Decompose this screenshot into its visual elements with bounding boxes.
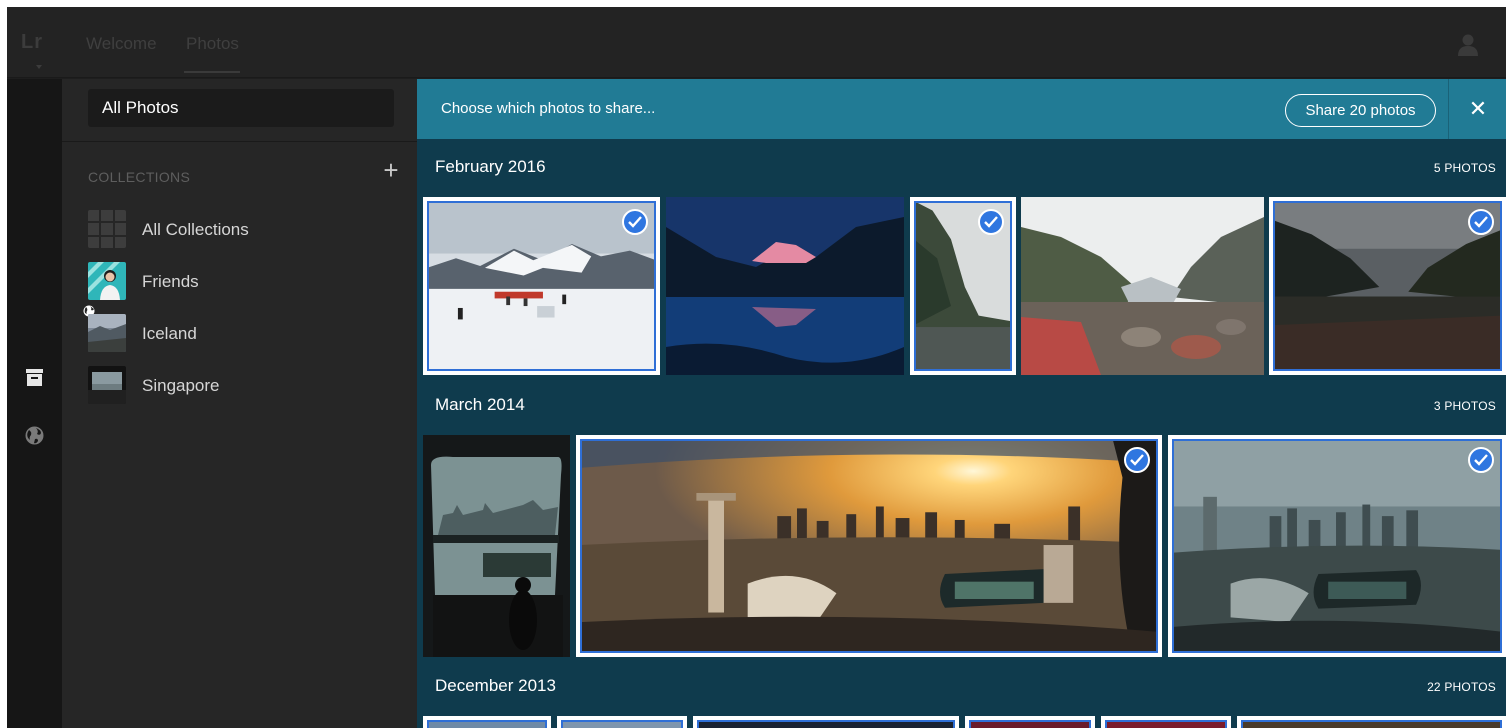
collection-item-friends[interactable]: Friends [88, 262, 388, 302]
close-icon[interactable]: ✕ [1460, 95, 1496, 123]
user-icon[interactable] [1455, 31, 1481, 57]
grid-icon [88, 210, 126, 248]
collection-item-iceland[interactable]: Iceland [88, 314, 388, 354]
collection-thumbnail [88, 262, 126, 300]
lightroom-window: Lr Welcome Photos All Photos COLLECTIONS… [7, 7, 1506, 728]
section-title: March 2014 [435, 395, 525, 414]
photo-tile[interactable] [910, 197, 1016, 375]
photo-grid-area: Choose which photos to share... Share 20… [417, 79, 1506, 728]
logo-menu-caret-icon[interactable] [36, 65, 42, 69]
selected-check-icon[interactable] [1468, 209, 1494, 235]
share-bar: Choose which photos to share... Share 20… [417, 79, 1506, 139]
sidebar-divider [62, 141, 417, 142]
all-photos-item[interactable]: All Photos [88, 89, 394, 127]
collection-label: Iceland [142, 324, 197, 343]
tab-photos[interactable]: Photos [186, 34, 239, 54]
photo-tile[interactable] [965, 716, 1095, 728]
collection-thumbnail [88, 314, 126, 352]
top-bar: Lr Welcome Photos [7, 7, 1506, 78]
collection-thumbnail [88, 366, 126, 404]
photo-tile[interactable] [423, 435, 570, 657]
photo-tile[interactable] [1168, 435, 1506, 657]
lightroom-logo[interactable]: Lr [21, 31, 43, 54]
collection-label: Singapore [142, 376, 220, 395]
section-count: 5 PHOTOS [1433, 161, 1496, 175]
photo-tile[interactable] [423, 716, 551, 728]
share-bar-divider [1448, 79, 1449, 139]
collection-item-singapore[interactable]: Singapore [88, 366, 388, 406]
photo-tile[interactable] [1269, 197, 1506, 375]
left-rail [7, 79, 62, 728]
section-title: February 2016 [435, 157, 546, 176]
share-photos-button[interactable]: Share 20 photos [1285, 94, 1436, 127]
sidebar: All Photos COLLECTIONS + All Collections… [62, 79, 417, 728]
photo-tile[interactable] [557, 716, 687, 728]
photo-tile[interactable] [576, 435, 1162, 657]
photo-tile[interactable] [693, 716, 959, 728]
collection-item-all-collections[interactable]: All Collections [88, 210, 388, 250]
photo-tile[interactable] [666, 197, 904, 375]
selected-check-icon[interactable] [978, 209, 1004, 235]
collection-label: All Collections [142, 220, 249, 239]
share-prompt: Choose which photos to share... [441, 100, 656, 117]
active-tab-indicator [184, 71, 240, 73]
archive-icon[interactable] [26, 369, 43, 386]
collection-label: Friends [142, 272, 199, 291]
selected-check-icon[interactable] [1468, 447, 1494, 473]
photo-tile[interactable] [1237, 716, 1506, 728]
selected-check-icon[interactable] [622, 209, 648, 235]
globe-icon[interactable] [25, 426, 44, 445]
photo-tile[interactable] [1101, 716, 1231, 728]
section-title: December 2013 [435, 676, 556, 695]
section-count: 22 PHOTOS [1427, 680, 1496, 694]
selected-check-icon[interactable] [1124, 447, 1150, 473]
plus-icon[interactable]: + [380, 157, 402, 183]
photo-tile[interactable] [423, 197, 660, 375]
collections-header: COLLECTIONS [88, 169, 191, 185]
photo-tile[interactable] [1021, 197, 1264, 375]
section-count: 3 PHOTOS [1433, 399, 1496, 413]
tab-welcome[interactable]: Welcome [86, 34, 157, 54]
